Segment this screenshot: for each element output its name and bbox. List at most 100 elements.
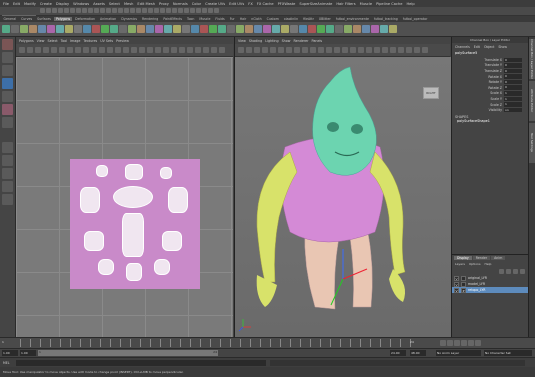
shelf-tool-icon[interactable]	[218, 25, 226, 33]
status-tool-icon[interactable]	[208, 8, 213, 13]
status-tool-icon[interactable]	[142, 8, 147, 13]
shelf-tool-icon[interactable]	[65, 25, 73, 33]
uv-tool-icon[interactable]	[155, 47, 161, 53]
layout-graph-icon[interactable]	[2, 194, 13, 205]
attribute-name[interactable]: Rotate Y	[452, 80, 504, 84]
channel-menu-item[interactable]: Channels	[455, 45, 470, 49]
status-tool-icon[interactable]	[160, 8, 165, 13]
shelf-tool-icon[interactable]	[110, 25, 118, 33]
go-start-icon[interactable]	[440, 340, 446, 346]
menu-item[interactable]: Help	[406, 2, 414, 6]
side-tab[interactable]: Attribute Editor	[529, 81, 535, 121]
uv-menu-item[interactable]: View	[37, 39, 45, 43]
menu-item[interactable]: Edit	[13, 2, 20, 6]
range-bar[interactable]: 1 24	[38, 350, 218, 356]
shelf-tool-icon[interactable]	[38, 25, 46, 33]
shelf-tool-icon[interactable]	[290, 25, 298, 33]
uv-tool-icon[interactable]	[131, 47, 137, 53]
step-back-icon[interactable]	[447, 340, 453, 346]
status-tool-icon[interactable]	[172, 8, 177, 13]
uv-grid[interactable]	[16, 57, 233, 337]
status-tool-icon[interactable]	[94, 8, 99, 13]
viewport-menu-item[interactable]: Lighting	[265, 39, 278, 43]
uv-menu-item[interactable]: Textures	[83, 39, 97, 43]
play-back-icon[interactable]	[454, 340, 460, 346]
shelf-tool-icon[interactable]	[191, 25, 199, 33]
layer-menu-item[interactable]: Layers	[455, 262, 465, 266]
viewport-tool-icon[interactable]	[398, 47, 404, 53]
step-forward-icon[interactable]	[468, 340, 474, 346]
viewport-canvas[interactable]: RIGHT persp	[235, 57, 451, 353]
viewport-tool-icon[interactable]	[390, 47, 396, 53]
viewport-tool-icon[interactable]	[358, 47, 364, 53]
shelf-tool-icon[interactable]	[254, 25, 262, 33]
shelf-tool-icon[interactable]	[245, 25, 253, 33]
menu-item[interactable]: Mesh	[124, 2, 133, 6]
uv-shell-arm-right[interactable]	[168, 187, 188, 213]
shelf-tool-icon[interactable]	[119, 25, 127, 33]
status-tool-icon[interactable]	[214, 8, 219, 13]
view-cube[interactable]: RIGHT	[423, 87, 439, 99]
status-tool-icon[interactable]	[124, 8, 129, 13]
layout-single-icon[interactable]	[2, 142, 13, 153]
menu-item[interactable]: Modify	[24, 2, 36, 6]
uv-shell-head[interactable]	[113, 186, 153, 208]
menu-item[interactable]: Windows	[73, 2, 89, 6]
status-tool-icon[interactable]	[58, 8, 63, 13]
status-tool-icon[interactable]	[88, 8, 93, 13]
range-inner-start-field[interactable]: 1.00	[20, 350, 36, 356]
menu-item[interactable]: Color	[192, 2, 201, 6]
attribute-value[interactable]: 1	[504, 102, 522, 107]
channel-menu-item[interactable]: Show	[498, 45, 507, 49]
layer-playback-toggle[interactable]: P	[461, 287, 466, 293]
shelf-tab[interactable]: futbol_operator	[401, 17, 429, 21]
viewport-tool-icon[interactable]	[422, 47, 428, 53]
shelf-tool-icon[interactable]	[353, 25, 361, 33]
status-tool-icon[interactable]	[100, 8, 105, 13]
shelf-tab[interactable]: Custom	[265, 17, 280, 21]
uv-tool-icon[interactable]	[35, 47, 41, 53]
viewport-tool-icon[interactable]	[294, 47, 300, 53]
go-end-icon[interactable]	[475, 340, 481, 346]
viewport-tool-icon[interactable]	[310, 47, 316, 53]
range-end-field[interactable]: 24.00	[390, 350, 406, 356]
shelf-tool-icon[interactable]	[299, 25, 307, 33]
menu-item[interactable]: Proxy	[159, 2, 169, 6]
command-input[interactable]	[16, 360, 266, 366]
attribute-name[interactable]: Translate Y	[452, 63, 504, 67]
status-tool-icon[interactable]	[136, 8, 141, 13]
status-tool-icon[interactable]	[70, 8, 75, 13]
shelf-tab[interactable]: Muscle	[198, 17, 212, 21]
uv-tool-icon[interactable]	[171, 47, 177, 53]
layer-visibility-toggle[interactable]: V	[454, 287, 459, 293]
attribute-name[interactable]: Scale X	[452, 91, 504, 95]
new-layer-icon[interactable]	[513, 268, 518, 274]
menu-item[interactable]: FX Cache	[257, 2, 274, 6]
status-tool-icon[interactable]	[46, 8, 51, 13]
attribute-value[interactable]: 1	[504, 91, 522, 96]
attribute-value[interactable]: 0	[504, 85, 522, 91]
viewport-tool-icon[interactable]	[246, 47, 252, 53]
shelf-tool-icon[interactable]	[371, 25, 379, 33]
shelf-tab[interactable]: futbol_environmente	[334, 17, 370, 21]
shelf-tool-icon[interactable]	[128, 25, 136, 33]
side-tab[interactable]: Tool Settings	[529, 123, 535, 163]
uv-tool-icon[interactable]	[147, 47, 153, 53]
shelf-tool-icon[interactable]	[389, 25, 397, 33]
viewport-tool-icon[interactable]	[406, 47, 412, 53]
shelf-tab[interactable]: Deformation	[74, 17, 97, 21]
shelf-tab[interactable]: Fur	[228, 17, 236, 21]
uv-tool-icon[interactable]	[203, 47, 209, 53]
shelf-tool-icon[interactable]	[281, 25, 289, 33]
layout-four-icon[interactable]	[2, 155, 13, 166]
shelf-tool-icon[interactable]	[47, 25, 55, 33]
lasso-tool-icon[interactable]	[2, 52, 13, 63]
uv-tool-icon[interactable]	[195, 47, 201, 53]
shelf-tool-icon[interactable]	[74, 25, 82, 33]
shelf-tool-icon[interactable]	[335, 25, 343, 33]
viewport-tool-icon[interactable]	[414, 47, 420, 53]
status-tool-icon[interactable]	[106, 8, 111, 13]
viewport-menu-item[interactable]: Show	[282, 39, 291, 43]
viewport-tool-icon[interactable]	[366, 47, 372, 53]
viewport-tool-icon[interactable]	[254, 47, 260, 53]
